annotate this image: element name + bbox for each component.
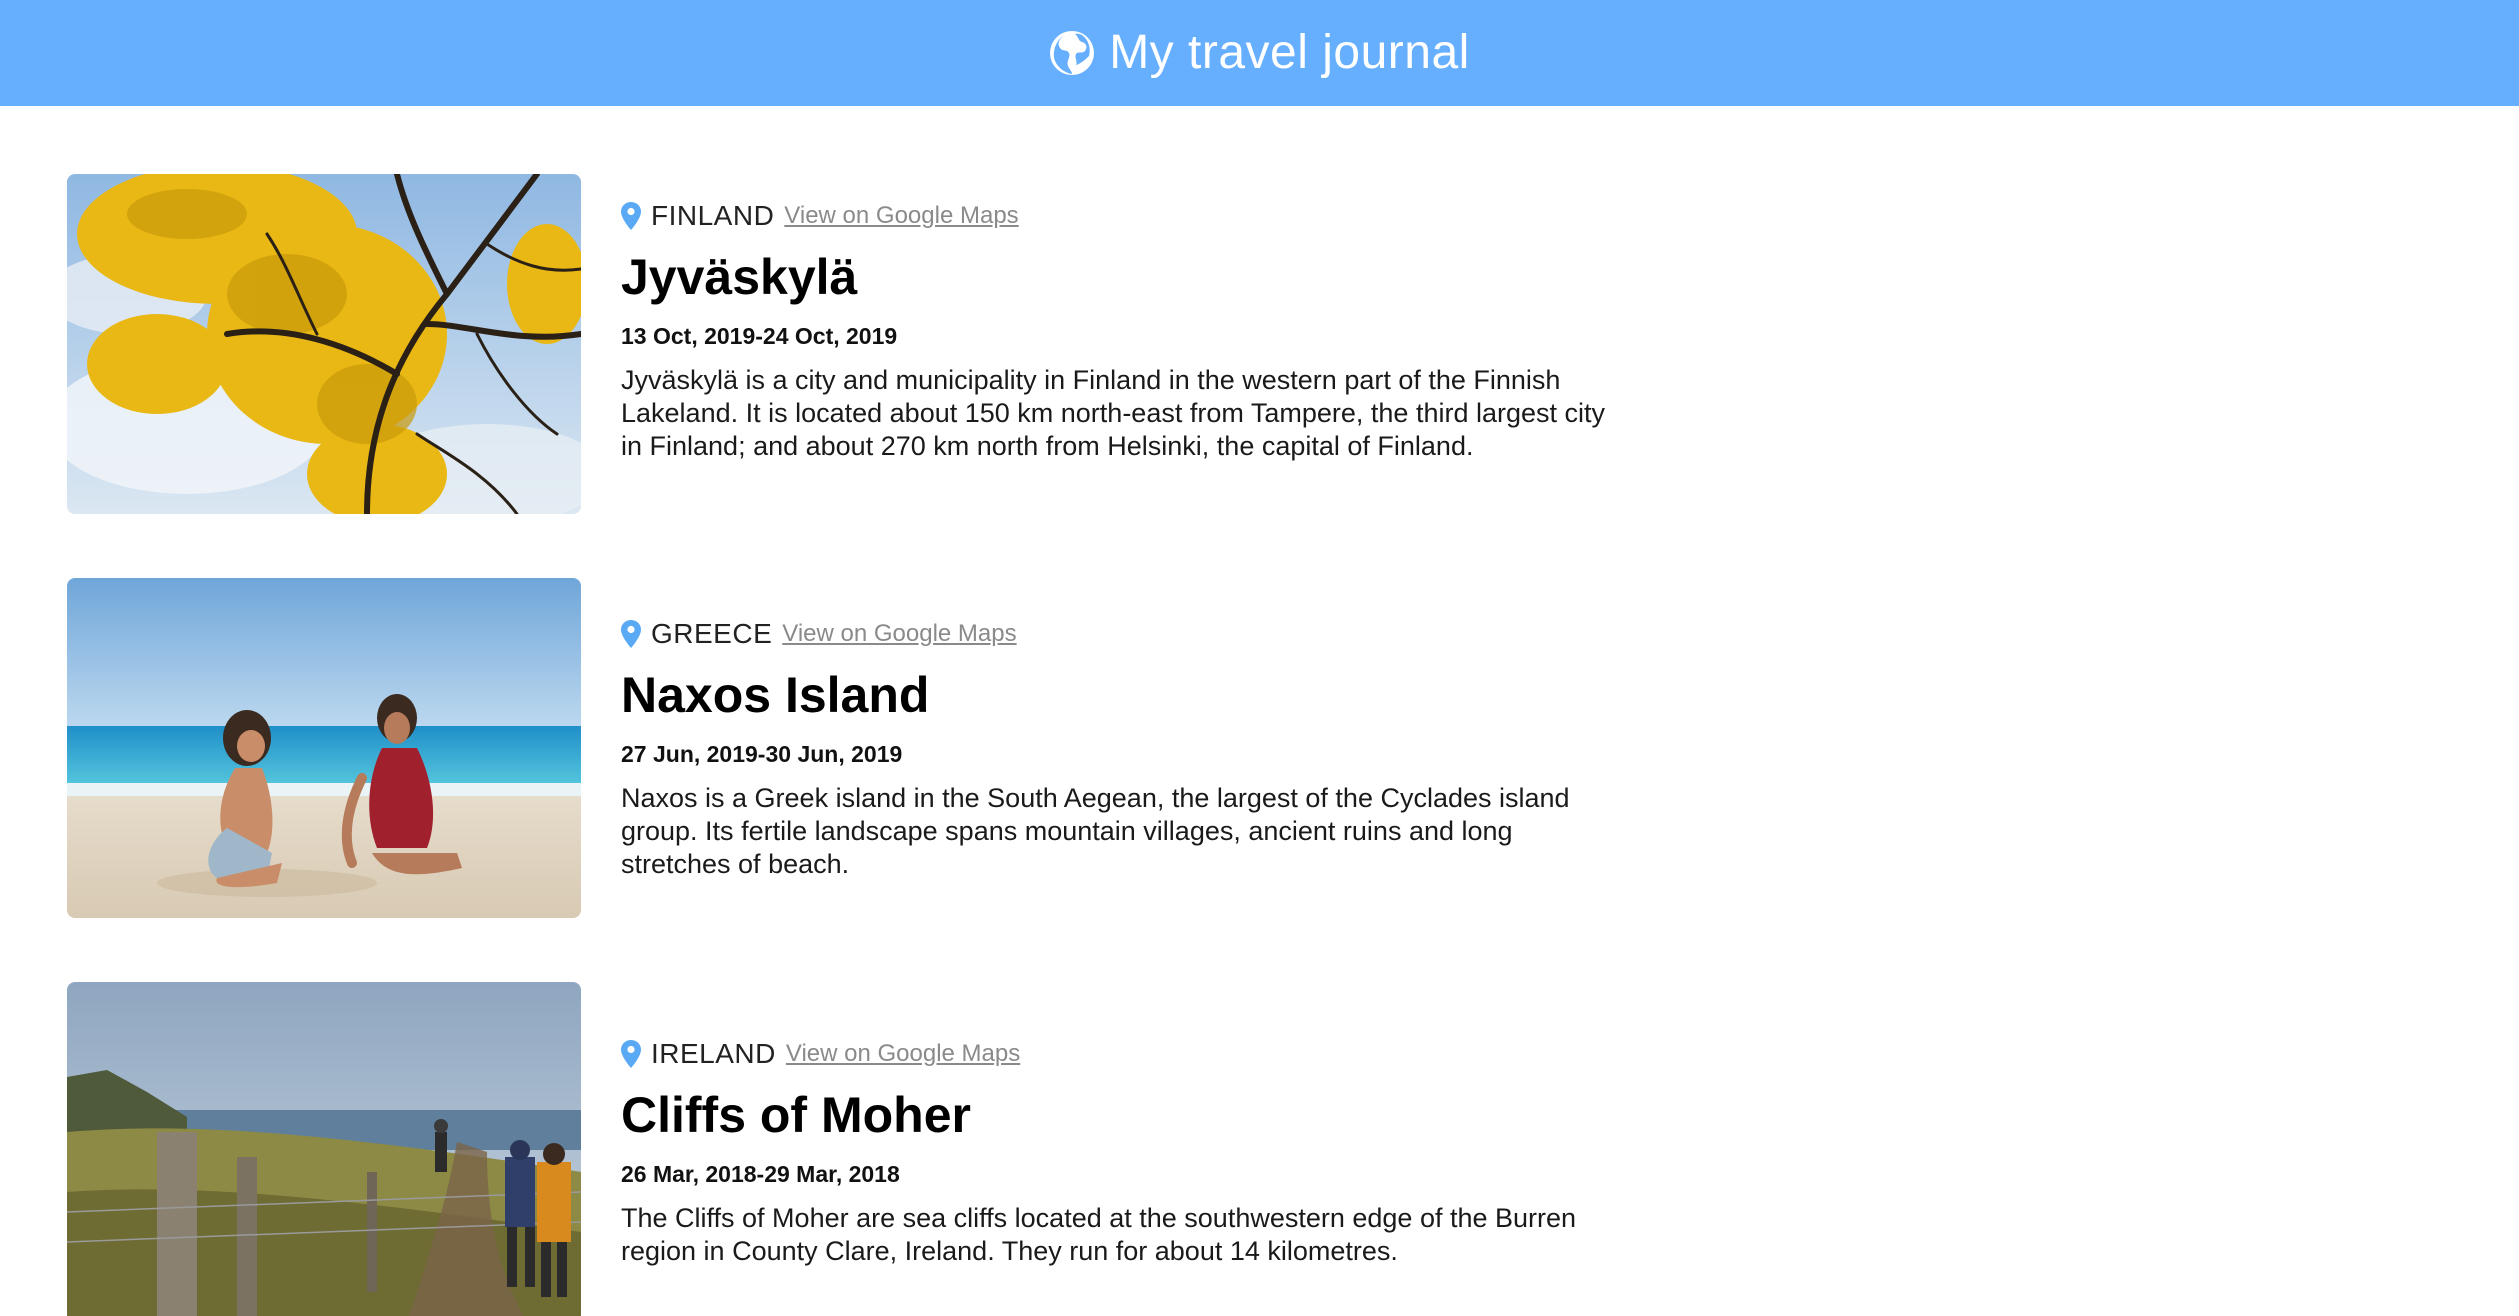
entry-info: GREECE View on Google Maps Naxos Island …: [621, 616, 1621, 881]
journal-entry: FINLAND View on Google Maps Jyväskylä 13…: [67, 174, 1607, 514]
google-maps-link[interactable]: View on Google Maps: [786, 1040, 1020, 1068]
app-title: My travel journal: [1109, 26, 1470, 79]
place-title: Jyväskylä: [621, 249, 858, 305]
entry-info: FINLAND View on Google Maps Jyväskylä 13…: [621, 198, 1621, 463]
location-row: IRELAND View on Google Maps: [621, 1036, 1621, 1072]
location-row: GREECE View on Google Maps: [621, 616, 1621, 652]
journal-entries: FINLAND View on Google Maps Jyväskylä 13…: [0, 106, 2519, 1316]
place-description: Jyväskylä is a city and municipality in …: [621, 365, 1606, 461]
country-label: IRELAND: [651, 1038, 776, 1069]
journal-entry: IRELAND View on Google Maps Cliffs of Mo…: [67, 982, 1607, 1316]
globe-icon: [1050, 31, 1095, 75]
google-maps-link[interactable]: View on Google Maps: [784, 202, 1018, 230]
place-title: Naxos Island: [621, 667, 930, 723]
brand: My travel journal: [1049, 29, 1470, 77]
trip-dates: 26 Mar, 2018-29 Mar, 2018: [621, 1161, 900, 1187]
entry-info: IRELAND View on Google Maps Cliffs of Mo…: [621, 1036, 1621, 1268]
beach-photo: [67, 578, 581, 918]
trip-dates: 27 Jun, 2019-30 Jun, 2019: [621, 741, 903, 767]
country-label: GREECE: [651, 618, 773, 649]
country-label: FINLAND: [651, 200, 775, 231]
journal-entry: GREECE View on Google Maps Naxos Island …: [67, 578, 1607, 918]
map-pin-icon: [621, 1040, 641, 1068]
trip-dates: 13 Oct, 2019-24 Oct, 2019: [621, 323, 898, 349]
google-maps-link[interactable]: View on Google Maps: [782, 620, 1016, 648]
place-description: The Cliffs of Moher are sea cliffs locat…: [621, 1203, 1577, 1266]
place-description: Naxos is a Greek island in the South Aeg…: [621, 783, 1570, 879]
map-pin-icon: [621, 202, 641, 230]
app-header: My travel journal: [0, 0, 2519, 106]
location-row: FINLAND View on Google Maps: [621, 198, 1621, 234]
cliffs-photo: [67, 982, 581, 1316]
map-pin-icon: [621, 620, 641, 648]
place-title: Cliffs of Moher: [621, 1087, 971, 1143]
autumn-tree-photo: [67, 174, 581, 514]
